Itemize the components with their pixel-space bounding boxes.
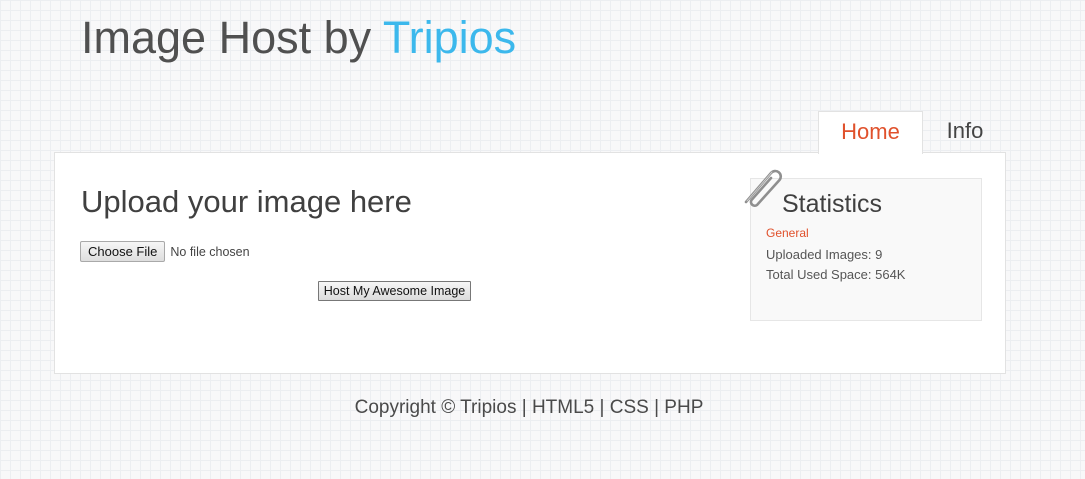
site-title-brand: Tripios: [382, 12, 517, 63]
statistics-section-label: General: [766, 226, 809, 240]
upload-heading: Upload your image here: [81, 184, 412, 219]
host-image-button[interactable]: Host My Awesome Image: [318, 281, 471, 301]
site-title: Image Host by Tripios: [81, 10, 516, 66]
content-panel: Upload your image here Choose File No fi…: [54, 152, 1006, 374]
tab-home[interactable]: Home: [818, 111, 923, 154]
tab-info[interactable]: Info: [923, 111, 1007, 153]
site-title-prefix: Image Host by: [81, 12, 383, 63]
file-status: No file chosen: [170, 244, 250, 259]
paperclip-icon: [744, 169, 783, 207]
footer: Copyright © Tripios | HTML5 | CSS | PHP: [354, 397, 704, 418]
choose-file-button[interactable]: Choose File: [80, 241, 166, 262]
statistics-title: Statistics: [782, 190, 883, 218]
statistics-box: Statistics General Uploaded Images: 9 To…: [750, 178, 982, 321]
file-input[interactable]: Choose File No file chosen: [80, 241, 250, 262]
uploaded-images-stat: Uploaded Images: 9: [766, 247, 883, 262]
used-space-stat: Total Used Space: 564K: [766, 267, 906, 282]
